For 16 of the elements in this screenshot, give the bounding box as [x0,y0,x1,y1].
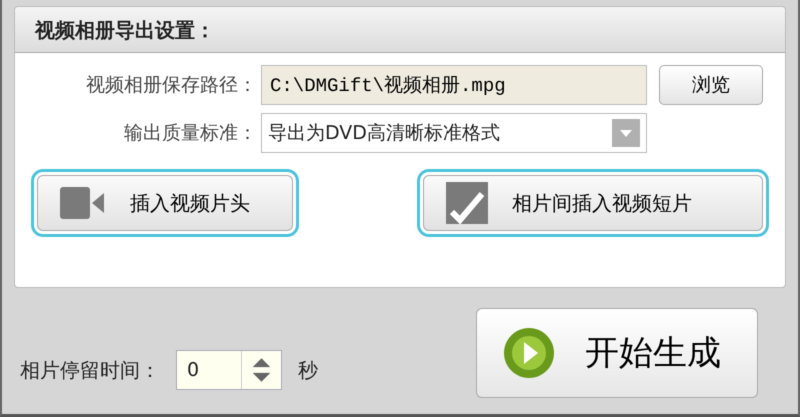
video-camera-icon [60,185,106,221]
checkbox-icon [446,182,488,224]
duration-spinner[interactable]: 0 [176,350,282,390]
insert-button[interactable]: 相片间插入视频短片 [423,175,763,231]
start-button[interactable]: 开始生成 [476,308,758,398]
path-field[interactable]: C:\DMGift\视频相册.mpg [261,65,647,105]
field-label: 输出质量标准： [123,120,258,146]
play-icon [503,327,555,379]
duration-label: 相片停留时间： [20,357,160,384]
dropdown-value: 导出为DVD高清晰标准格式 [268,120,500,146]
insert-button[interactable]: 插入视频片头 [37,175,293,231]
panel-title: 视频相册导出设置： [35,16,215,44]
duration-unit: 秒 [298,357,318,384]
browse-button[interactable]: 浏览 [659,65,763,105]
field-label: 视频相册保存路径： [85,72,258,98]
quality-dropdown[interactable]: 导出为DVD高清晰标准格式 [261,113,647,153]
